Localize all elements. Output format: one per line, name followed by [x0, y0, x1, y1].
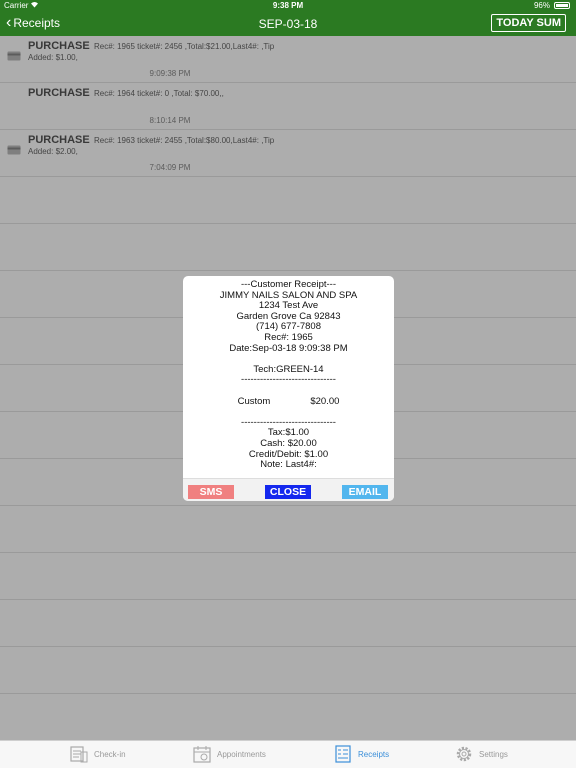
battery-icon — [554, 2, 570, 9]
line-item-name: Custom — [237, 395, 271, 407]
tab-label: Settings — [479, 749, 508, 759]
line-item-price: $20.00 — [310, 395, 340, 407]
tab-check-in[interactable]: Check-in — [70, 745, 126, 763]
tab-label: Receipts — [358, 749, 390, 759]
sms-button[interactable]: SMS — [188, 485, 234, 499]
tab-receipts[interactable]: Receipts — [334, 745, 389, 763]
status-bar: Carrier 9:38 PM 96% — [0, 0, 576, 12]
tab-label: Check-in — [94, 749, 126, 759]
customer-receipt-dialog: ---Customer Receipt--- JIMMY NAILS SALON… — [183, 276, 394, 501]
email-button[interactable]: EMAIL — [342, 485, 388, 499]
receipt-date: Date:Sep-03-18 9:09:38 PM — [229, 342, 348, 354]
tab-label: Appointments — [217, 749, 266, 759]
close-button[interactable]: CLOSE — [265, 485, 311, 499]
receipt-cash: Cash: $20.00 — [260, 437, 317, 449]
receipt-icon — [335, 745, 351, 763]
navigation-bar: ‹ Receipts SEP-03-18 TODAY SUM — [0, 12, 576, 36]
page-title: SEP-03-18 — [258, 17, 318, 31]
dialog-actions: SMS CLOSE EMAIL — [183, 478, 394, 501]
receipt-header: ---Customer Receipt--- — [240, 279, 336, 290]
check-in-icon — [70, 746, 88, 763]
calendar-icon — [193, 746, 211, 763]
tab-settings[interactable]: Settings — [455, 745, 508, 763]
receipt-number: Rec#: 1965 — [264, 331, 313, 343]
battery-percent: 96% — [533, 1, 550, 10]
tab-bar: Check-in Appointments Receipts Settings — [0, 740, 576, 768]
tab-appointments[interactable]: Appointments — [193, 745, 266, 763]
gear-icon — [456, 746, 472, 762]
receipt-divider: ------------------------------ — [241, 374, 336, 386]
status-time: 9:38 PM — [272, 1, 304, 10]
receipt-note: Note: Last4#: — [260, 459, 317, 471]
today-sum-button[interactable]: TODAY SUM — [491, 14, 566, 32]
receipt-line-item: Custom $20.00 — [183, 395, 394, 408]
